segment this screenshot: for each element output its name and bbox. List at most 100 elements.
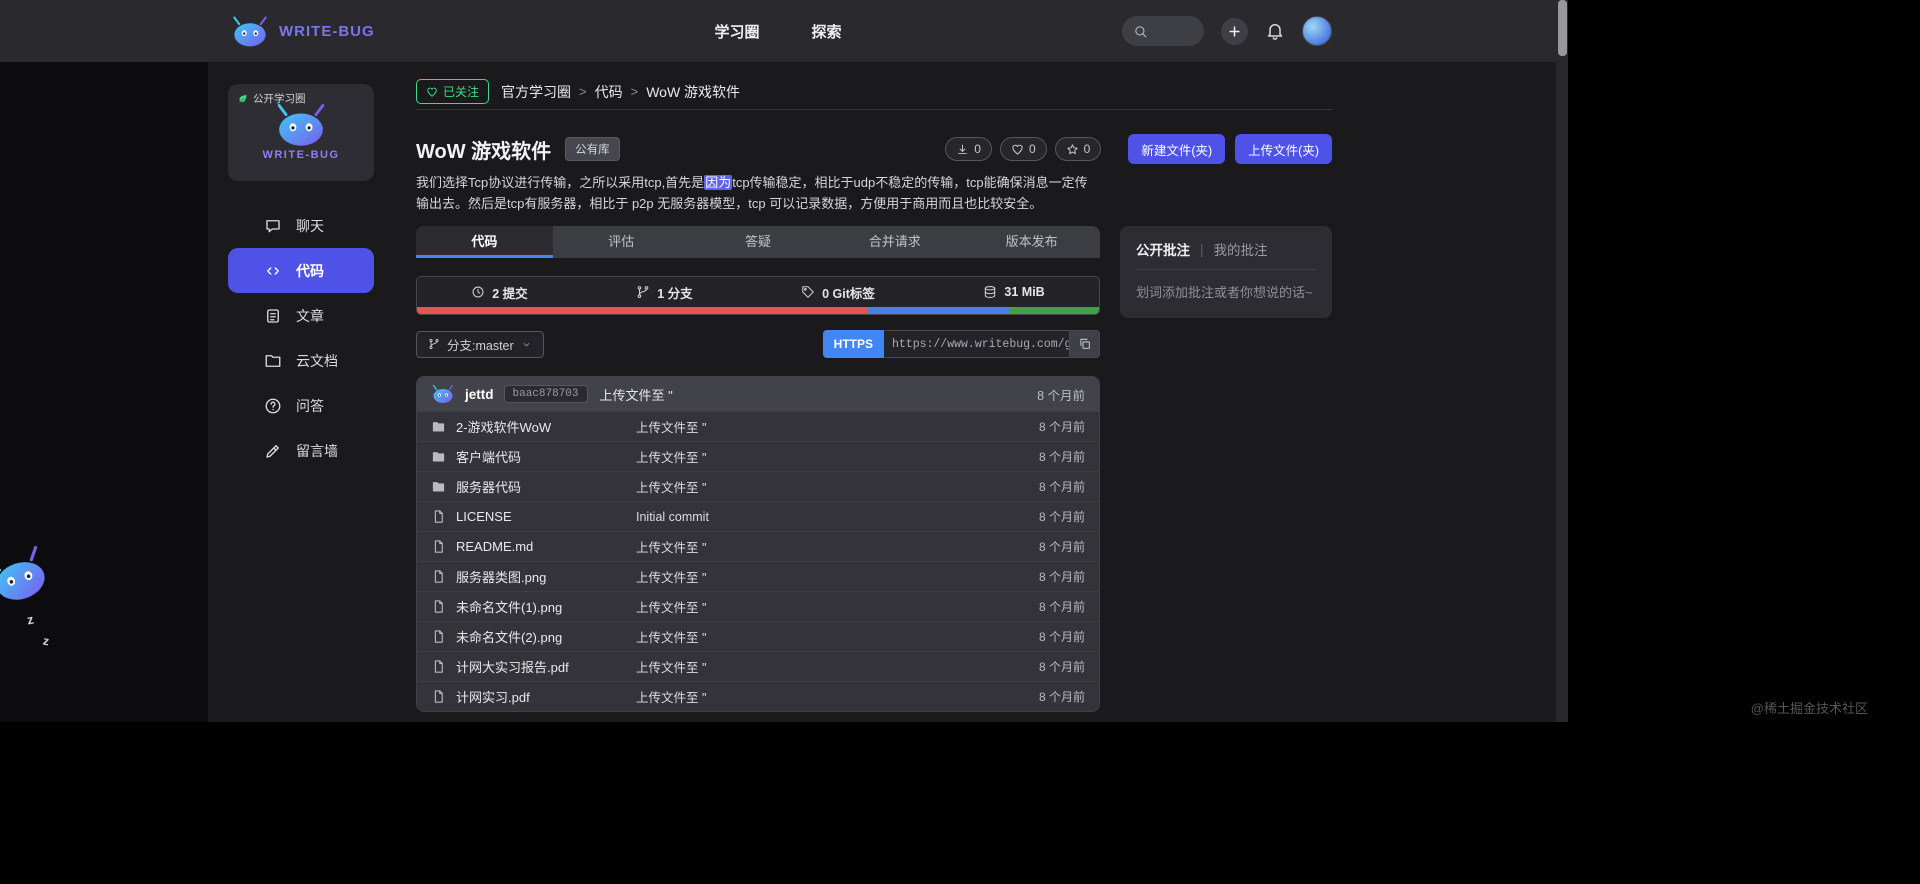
language-segment-green: [1010, 307, 1099, 314]
latest-commit-row[interactable]: jettd baac878703 上传文件至 " 8 个月前: [417, 377, 1099, 411]
breadcrumb: 已关注 官方学习圈 > 代码 > WoW 游戏软件: [416, 74, 1332, 110]
https-protocol-button[interactable]: HTTPS: [822, 330, 884, 358]
tab-2[interactable]: 答疑: [690, 226, 827, 258]
file-icon: [431, 569, 446, 584]
commit-message[interactable]: 上传文件至 ": [636, 417, 1039, 436]
commit-message[interactable]: 上传文件至 ": [636, 687, 1039, 706]
writebug-mascot-icon: [273, 102, 329, 148]
repo-header: WoW 游戏软件 公有库 0 0 0 新建文件(夹) 上传文件(夹): [416, 133, 1332, 165]
breadcrumb-item[interactable]: 官方学习圈: [501, 82, 571, 102]
top-nav-item-1[interactable]: 探索: [812, 21, 842, 42]
file-name[interactable]: README.md: [456, 539, 533, 554]
repo-stat[interactable]: 1 分支: [636, 283, 693, 302]
language-segment-blue: [867, 307, 1011, 314]
file-name[interactable]: 服务器类图.png: [456, 567, 546, 586]
top-nav-item-0[interactable]: 学习圈: [714, 21, 759, 42]
file-name[interactable]: 计网大实习报告.pdf: [456, 657, 569, 676]
scrollbar-thumb[interactable]: [1557, 0, 1567, 56]
commit-message[interactable]: 上传文件至 ": [636, 447, 1039, 466]
tab-0[interactable]: 代码: [416, 226, 553, 258]
commit-message[interactable]: 上传文件至 ": [600, 385, 1028, 404]
repo-stat-label: 31 MiB: [1004, 285, 1045, 299]
search-input[interactable]: [1122, 16, 1204, 46]
sidebar-item-2[interactable]: 文章: [228, 293, 374, 338]
commit-message[interactable]: 上传文件至 ": [636, 627, 1039, 646]
repo-stat[interactable]: 0 Git标签: [801, 283, 875, 302]
create-button[interactable]: [1221, 17, 1248, 45]
user-avatar[interactable]: [1302, 16, 1332, 46]
file-name[interactable]: 客户端代码: [456, 447, 521, 466]
sidebar-item-3[interactable]: 云文档: [228, 338, 374, 383]
annotation-placeholder: 划词添加批注或者你想说的话~: [1136, 285, 1313, 300]
new-file-button[interactable]: 新建文件(夹): [1128, 134, 1226, 164]
commit-author[interactable]: jettd: [465, 387, 494, 402]
commit-message[interactable]: 上传文件至 ": [636, 657, 1039, 676]
file-icon: [431, 629, 446, 644]
article-icon: [264, 307, 282, 325]
tab-public-annotations[interactable]: 公开批注: [1136, 239, 1190, 259]
commit-time: 8 个月前: [1038, 540, 1085, 554]
file-name[interactable]: 2-游戏软件WoW: [456, 417, 551, 436]
table-row[interactable]: 未命名文件(1).png 上传文件至 " 8 个月前: [417, 591, 1099, 621]
tab-my-annotations[interactable]: 我的批注: [1214, 239, 1268, 259]
table-row[interactable]: 2-游戏软件WoW 上传文件至 " 8 个月前: [417, 411, 1099, 441]
commit-hash[interactable]: baac878703: [503, 385, 588, 403]
repo-stat[interactable]: 31 MiB: [983, 285, 1045, 299]
table-row[interactable]: 客户端代码 上传文件至 " 8 个月前: [417, 441, 1099, 471]
file-name[interactable]: 未命名文件(2).png: [456, 627, 562, 646]
tab-1[interactable]: 评估: [553, 226, 690, 258]
sleep-z-text: z: [41, 633, 51, 649]
commit-time: 8 个月前: [1038, 570, 1085, 584]
commit-message[interactable]: 上传文件至 ": [636, 597, 1039, 616]
repo-actions: 新建文件(夹) 上传文件(夹): [1128, 134, 1332, 164]
file-name[interactable]: 服务器代码: [456, 477, 521, 496]
heart-counter[interactable]: 0: [999, 137, 1047, 161]
file-name[interactable]: 未命名文件(1).png: [456, 597, 562, 616]
tab-4[interactable]: 版本发布: [963, 226, 1100, 258]
sidebar-item-5[interactable]: 留言墙: [228, 428, 374, 473]
sidebar-item-1[interactable]: 代码: [228, 248, 374, 293]
table-row[interactable]: 未命名文件(2).png 上传文件至 " 8 个月前: [417, 621, 1099, 651]
folder-icon: [431, 419, 446, 434]
copy-url-button[interactable]: [1070, 330, 1100, 358]
commit-message[interactable]: 上传文件至 ": [636, 537, 1039, 556]
notifications-button[interactable]: [1265, 21, 1285, 41]
upload-file-button[interactable]: 上传文件(夹): [1235, 134, 1332, 164]
file-icon: [431, 509, 446, 524]
followed-badge[interactable]: 已关注: [416, 79, 490, 104]
table-row[interactable]: 服务器代码 上传文件至 " 8 个月前: [417, 471, 1099, 501]
sleep-z-text: z: [25, 611, 35, 628]
branch-selector[interactable]: 分支:master: [416, 330, 544, 358]
clone-url-input[interactable]: https://www.writebug.com/git/jettd/: [884, 330, 1070, 358]
repo-stat[interactable]: 2 提交: [471, 283, 528, 302]
heart-icon: [426, 86, 438, 98]
tab-3[interactable]: 合并请求: [826, 226, 963, 258]
file-name[interactable]: LICENSE: [456, 509, 512, 524]
table-row[interactable]: README.md 上传文件至 " 8 个月前: [417, 531, 1099, 561]
circle-brand-text: WRITE-BUG: [262, 149, 340, 161]
watermark: @稀土掘金技术社区: [1750, 701, 1868, 716]
table-row[interactable]: LICENSE Initial commit 8 个月前: [417, 501, 1099, 531]
breadcrumb-separator: >: [630, 84, 639, 99]
star-counter[interactable]: 0: [1054, 137, 1102, 161]
sidebar-menu: 聊天 代码 文章 云文档 问答 留言墙: [228, 203, 374, 473]
commit-message[interactable]: 上传文件至 ": [636, 567, 1039, 586]
breadcrumb-item[interactable]: 代码: [595, 82, 623, 102]
commit-message[interactable]: 上传文件至 ": [636, 477, 1039, 496]
branch-row: 分支:master HTTPS https://www.writebug.com…: [416, 330, 1100, 358]
file-name[interactable]: 计网实习.pdf: [456, 687, 530, 706]
commit-time: 8 个月前: [1038, 630, 1085, 644]
repo-counters: 0 0 0: [945, 137, 1102, 161]
table-row[interactable]: 计网实习.pdf 上传文件至 " 8 个月前: [417, 681, 1099, 711]
table-row[interactable]: 服务器类图.png 上传文件至 " 8 个月前: [417, 561, 1099, 591]
commit-time: 8 个月前: [1038, 480, 1085, 494]
table-row[interactable]: 计网大实习报告.pdf 上传文件至 " 8 个月前: [417, 651, 1099, 681]
circle-profile-card[interactable]: 公开学习圈 WRITE-BUG: [228, 84, 374, 181]
download-counter[interactable]: 0: [945, 137, 992, 161]
breadcrumb-item[interactable]: WoW 游戏软件: [646, 82, 740, 102]
scrollbar-track[interactable]: [1556, 0, 1568, 722]
sidebar-item-0[interactable]: 聊天: [228, 203, 374, 248]
topbar-actions: [1122, 0, 1332, 62]
sidebar-item-4[interactable]: 问答: [228, 383, 374, 428]
commit-message[interactable]: Initial commit: [636, 510, 1039, 524]
